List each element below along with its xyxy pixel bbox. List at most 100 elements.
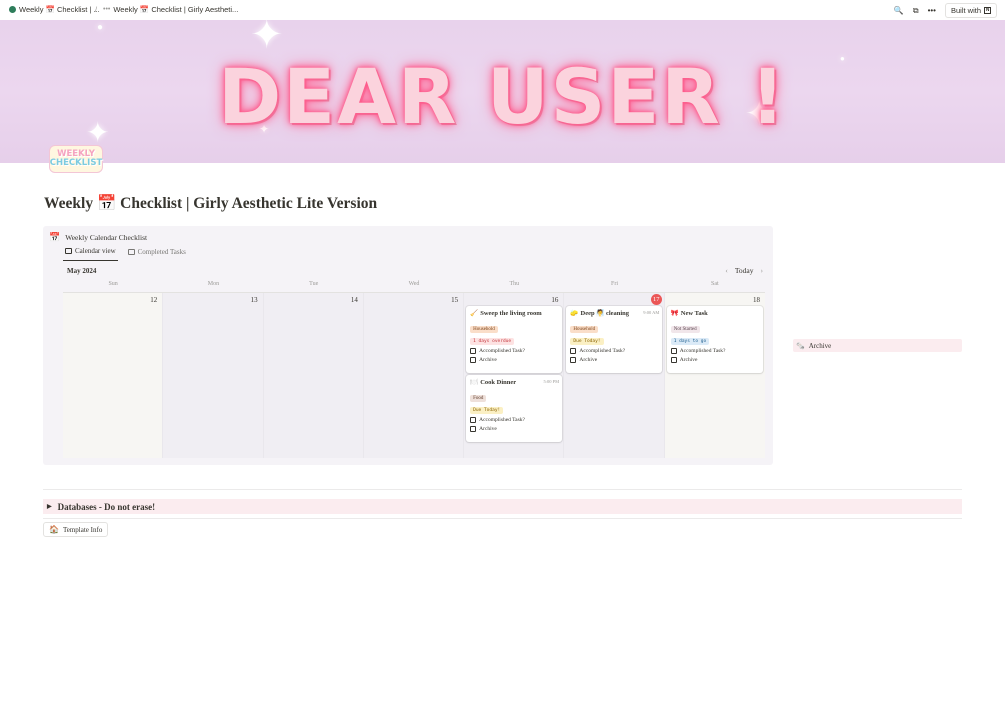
day-number: 18 <box>752 296 760 304</box>
divider <box>43 489 962 490</box>
task-title-text: New Task <box>680 309 708 317</box>
today-button[interactable]: Today <box>735 266 754 275</box>
more-options-icon[interactable]: ••• <box>928 6 936 15</box>
divider <box>43 518 962 519</box>
archive-checkbox[interactable]: Archive <box>470 426 558 432</box>
sponge-icon: 🧽 <box>570 310 579 317</box>
task-card[interactable]: 🍽️ Cook Dinner 5:00 PM Food Due Today! A… <box>466 375 563 442</box>
bow-icon: 🎀 <box>670 310 679 317</box>
archive-checkbox[interactable]: Archive <box>570 357 658 363</box>
day-number: 14 <box>350 296 358 304</box>
home-icon: 🏠 <box>49 525 59 534</box>
calendar-icon: 📅 <box>49 232 61 242</box>
calendar-icon <box>127 248 135 255</box>
page-title: Weekly 📅 Checklist | Girly Aesthetic Lit… <box>44 195 378 212</box>
weekday-mon: Mon <box>207 281 220 287</box>
task-card[interactable]: 🧹 Sweep the living room Household 1 days… <box>466 306 563 373</box>
checkbox-label: Accomplished Task? <box>679 348 726 354</box>
archive-checkbox[interactable]: Archive <box>670 357 759 363</box>
accomplished-checkbox[interactable]: Accomplished Task? <box>570 348 658 354</box>
page-icon-line2: CHECKLIST <box>49 158 103 168</box>
checkbox-icon <box>570 357 577 363</box>
calendar-nav: ‹ Today › <box>725 266 763 275</box>
calendar-header[interactable]: 📅 Weekly Calendar Checklist <box>49 232 147 243</box>
tab-completed-tasks[interactable]: Completed Tasks <box>126 247 188 261</box>
task-card[interactable]: 🧽 Deep 🧖 cleaning 9:00 AM Household Due … <box>566 306 663 373</box>
search-icon[interactable]: 🔍 <box>894 6 904 15</box>
built-with-button[interactable]: Built with N <box>944 3 997 18</box>
accomplished-checkbox[interactable]: Accomplished Task? <box>670 348 759 354</box>
day-number: 12 <box>150 296 158 304</box>
breadcrumb-page[interactable]: ••• Weekly 📅 Checklist | Girly Aestheti.… <box>103 5 238 14</box>
task-time: 5:00 PM <box>543 379 560 384</box>
accomplished-checkbox[interactable]: Accomplished Task? <box>470 348 558 354</box>
databases-toggle[interactable]: ▶ Databases - Do not erase! <box>43 499 962 514</box>
breadcrumb-workspace-label: Weekly 📅 Checklist | ... <box>19 5 100 14</box>
today-day-number: 17 <box>650 294 662 305</box>
checkbox-label: Accomplished Task? <box>579 348 626 354</box>
status-badge: Due Today! <box>470 407 504 414</box>
day-cell-mon[interactable]: 13 <box>163 293 264 458</box>
view-tabs: Calendar view Completed Tasks <box>63 247 188 261</box>
globe-icon <box>9 6 16 13</box>
template-info-button[interactable]: 🏠 Template Info <box>43 522 109 537</box>
category-tag: Not Started <box>670 326 700 333</box>
checkbox-icon <box>470 426 477 432</box>
status-badge: Due Today! <box>570 338 604 345</box>
checkbox-label: Accomplished Task? <box>479 417 525 423</box>
day-cell-fri[interactable]: 17 🧽 Deep 🧖 cleaning 9:00 AM Household D… <box>564 293 665 458</box>
task-title-text: Cook Dinner <box>480 378 517 386</box>
category-tag: Food <box>470 395 487 402</box>
tab-calendar-view[interactable]: Calendar view <box>63 247 118 261</box>
task-title-text: Sweep the living room <box>480 309 542 317</box>
plate-icon: 🍽️ <box>470 379 479 386</box>
checkbox-icon <box>470 417 477 423</box>
status-badge: 1 days to go <box>670 338 710 345</box>
top-actions: 🔍 ⧉ ••• Built with N <box>894 3 997 18</box>
databases-toggle-label: Databases - Do not erase! <box>57 501 156 512</box>
ellipsis-icon: ••• <box>103 6 111 13</box>
month-label: May 2024 <box>67 267 97 275</box>
day-cell-wed[interactable]: 15 <box>363 293 465 458</box>
sparkle-icon: ● <box>97 22 104 33</box>
day-cell-sun[interactable]: 12 <box>63 293 164 458</box>
calendar-grid: 12 13 14 15 16 🧹 Sweep the living room H… <box>63 292 765 458</box>
calendar-icon <box>65 248 72 254</box>
archive-checkbox[interactable]: Archive <box>470 357 558 363</box>
newspaper-icon: 🗞️ <box>796 341 805 350</box>
triangle-right-icon[interactable]: ▶ <box>47 503 52 510</box>
category-tag: Household <box>470 326 498 333</box>
day-cell-tue[interactable]: 14 <box>263 293 364 458</box>
task-title: 🧹 Sweep the living room <box>470 309 558 318</box>
task-time: 9:00 AM <box>643 310 660 315</box>
checkbox-icon <box>470 348 477 354</box>
duplicate-icon[interactable]: ⧉ <box>913 6 919 16</box>
checkbox-label: Archive <box>479 357 497 363</box>
broom-icon: 🧹 <box>470 310 479 317</box>
weekday-sun: Sun <box>108 281 118 287</box>
day-number: 13 <box>250 296 258 304</box>
checkbox-icon <box>670 357 677 363</box>
archive-link[interactable]: 🗞️ Archive <box>793 339 962 352</box>
checkbox-label: Archive <box>479 426 497 432</box>
chevron-right-icon[interactable]: › <box>761 266 764 275</box>
archive-label: Archive <box>808 341 832 350</box>
weekday-tue: Tue <box>309 281 319 287</box>
day-cell-thu[interactable]: 16 🧹 Sweep the living room Household 1 d… <box>464 293 565 458</box>
built-with-label: Built with <box>950 6 981 15</box>
weekday-sat: Sat <box>711 281 719 287</box>
checkbox-icon <box>570 348 577 354</box>
weekday-wed: Wed <box>408 281 420 287</box>
checkbox-label: Archive <box>679 357 698 363</box>
checkbox-icon <box>470 357 477 363</box>
breadcrumb-workspace[interactable]: Weekly 📅 Checklist | ... <box>9 5 100 14</box>
task-card[interactable]: 🎀 New Task Not Started 1 days to go Acco… <box>666 306 763 373</box>
cover-title: DEAR USER ! <box>218 52 787 141</box>
accomplished-checkbox[interactable]: Accomplished Task? <box>470 417 558 423</box>
day-cell-sat[interactable]: 18 🎀 New Task Not Started 1 days to go A… <box>664 293 765 458</box>
chevron-left-icon[interactable]: ‹ <box>725 266 728 275</box>
notion-logo-icon: N <box>984 7 991 14</box>
tab-completed-tasks-label: Completed Tasks <box>137 247 186 256</box>
page-icon[interactable]: WEEKLY CHECKLIST <box>50 146 102 172</box>
checkbox-label: Archive <box>579 357 598 363</box>
